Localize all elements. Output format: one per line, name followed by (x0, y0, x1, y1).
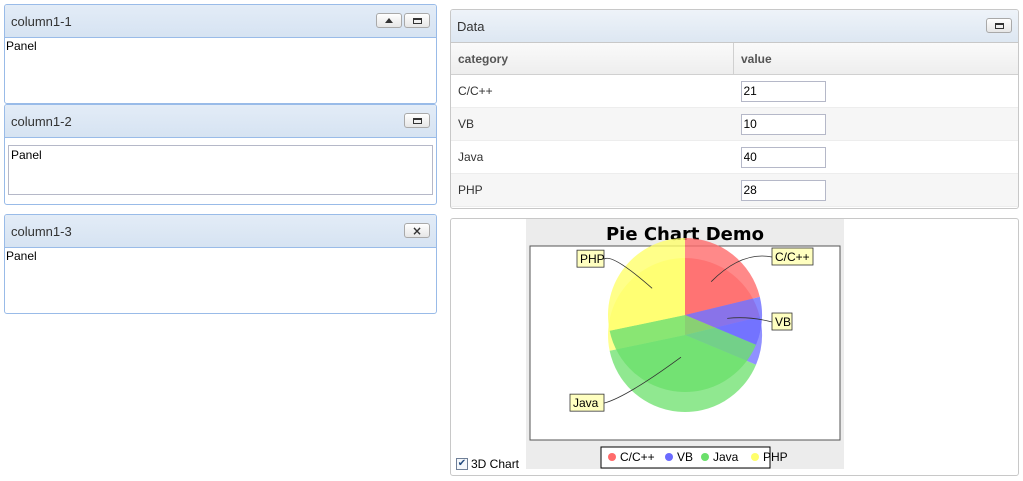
panel-header[interactable]: column1-3 × (5, 215, 436, 248)
category-cell: C/C++ (451, 74, 734, 108)
category-cell: PHP (451, 173, 734, 207)
maximize-button[interactable] (404, 113, 430, 128)
slice-label: Java (573, 396, 599, 410)
legend-entry: Java (713, 450, 739, 464)
data-grid: category value C/C++ VB Java PHP (451, 43, 1018, 207)
column-header-value[interactable]: value (733, 43, 1018, 75)
panel-title: column1-2 (11, 114, 72, 129)
legend-entry: VB (677, 450, 693, 464)
value-cell (733, 173, 1018, 207)
data-grid-panel: Data category value C/C++ VB Java (450, 9, 1019, 209)
table-row[interactable]: PHP (451, 173, 1018, 207)
slice-label: VB (775, 315, 791, 329)
panel-title: Data (457, 19, 485, 34)
maximize-icon (994, 22, 1004, 29)
panel-body: Panel (6, 249, 37, 263)
panel-title: column1-1 (11, 14, 72, 29)
close-icon: × (411, 223, 423, 238)
pie-chart: Pie Chart Demo C/C++VBJavaPHP C/C++ VB Jav… (529, 224, 841, 469)
3d-chart-label: 3D Chart (471, 457, 520, 471)
panel-inner-frame: Panel (8, 145, 433, 195)
column-header-category[interactable]: category (451, 43, 734, 75)
panel-body: Panel (11, 148, 42, 162)
panel-header[interactable]: column1-2 (5, 105, 436, 138)
maximize-icon (412, 17, 422, 24)
3d-chart-checkbox[interactable]: ✔ (456, 458, 468, 470)
maximize-icon (412, 117, 422, 124)
value-cell (733, 107, 1018, 141)
value-input[interactable] (740, 179, 826, 201)
collapse-button[interactable] (376, 13, 402, 28)
maximize-button[interactable] (986, 18, 1012, 33)
category-cell: Java (451, 140, 734, 174)
panel-header[interactable]: Data (451, 10, 1018, 43)
legend-marker (701, 453, 709, 461)
panel-title: column1-3 (11, 224, 72, 239)
table-row[interactable]: C/C++ (451, 74, 1018, 108)
value-input[interactable] (740, 113, 826, 135)
legend-entry: PHP (763, 450, 788, 464)
close-button[interactable]: × (404, 223, 430, 238)
table-row[interactable]: VB (451, 107, 1018, 141)
value-cell (733, 74, 1018, 108)
slice-label: PHP (580, 252, 605, 266)
category-cell: VB (451, 107, 734, 141)
maximize-button[interactable] (404, 13, 430, 28)
value-input[interactable] (740, 80, 826, 102)
slice-label: C/C++ (775, 250, 810, 264)
chart-panel: Pie Chart Demo C/C++ VB Java PHP C/C++ VB Jav… (450, 218, 1019, 476)
value-input[interactable] (740, 146, 826, 168)
checkmark-icon: ✔ (457, 458, 467, 469)
panel-body: Panel (6, 39, 37, 53)
legend-marker (751, 453, 759, 461)
panel-column1-2: column1-2 Panel (4, 104, 437, 205)
panel-column1-1: column1-1 Panel (4, 4, 437, 104)
table-row[interactable]: Java (451, 140, 1018, 174)
panel-header[interactable]: column1-1 (5, 5, 436, 38)
3d-chart-option[interactable]: ✔ 3D Chart (456, 457, 519, 471)
legend-marker (608, 453, 616, 461)
panel-column1-3: column1-3 × Panel (4, 214, 437, 314)
chart-area: Pie Chart Demo C/C++ VB Java PHP C/C++ VB Jav… (526, 219, 844, 469)
legend-entry: C/C++ (620, 450, 655, 464)
value-cell (733, 140, 1018, 174)
legend-marker (665, 453, 673, 461)
triangle-up-icon (385, 18, 393, 23)
pie-slices (608, 238, 762, 412)
